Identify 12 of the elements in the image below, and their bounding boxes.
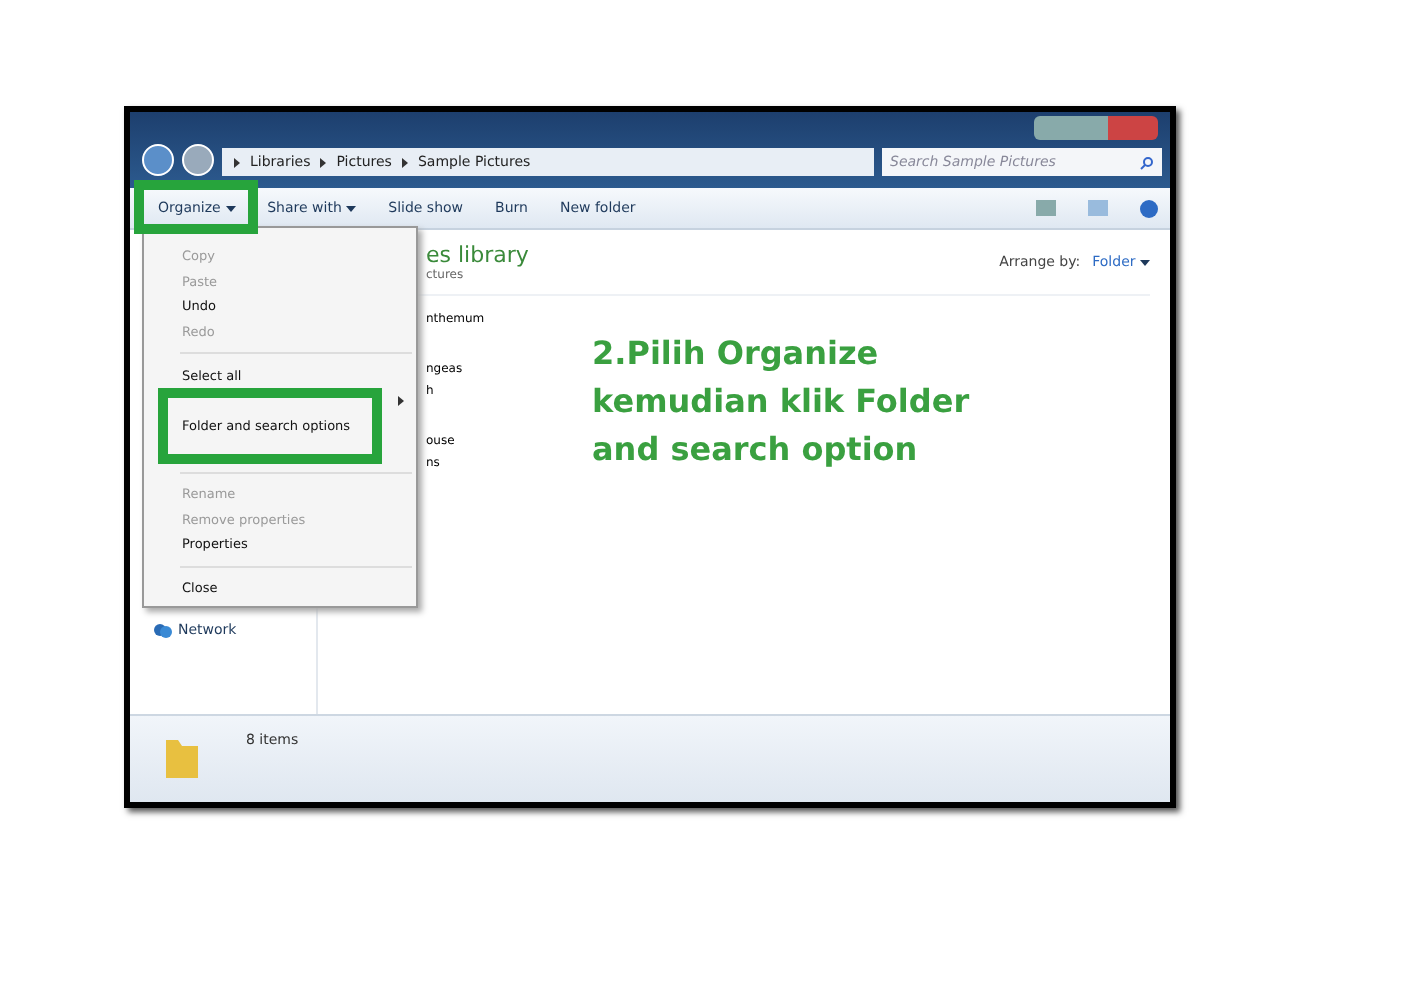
- chevron-icon: [401, 157, 408, 167]
- highlight-frame: [134, 180, 258, 234]
- submenu-arrow-icon: [398, 395, 404, 406]
- library-title: es library: [426, 242, 529, 268]
- forward-button[interactable]: [182, 144, 214, 176]
- search-icon: [1140, 155, 1154, 169]
- caret-icon: [1140, 260, 1150, 266]
- chevron-icon: [320, 157, 327, 167]
- instruction-text: 2.Pilih Organize kemudian klik Folder and search option: [592, 332, 970, 472]
- back-button[interactable]: [142, 144, 174, 176]
- chevron-icon: [234, 157, 240, 167]
- network-icon: [154, 623, 172, 637]
